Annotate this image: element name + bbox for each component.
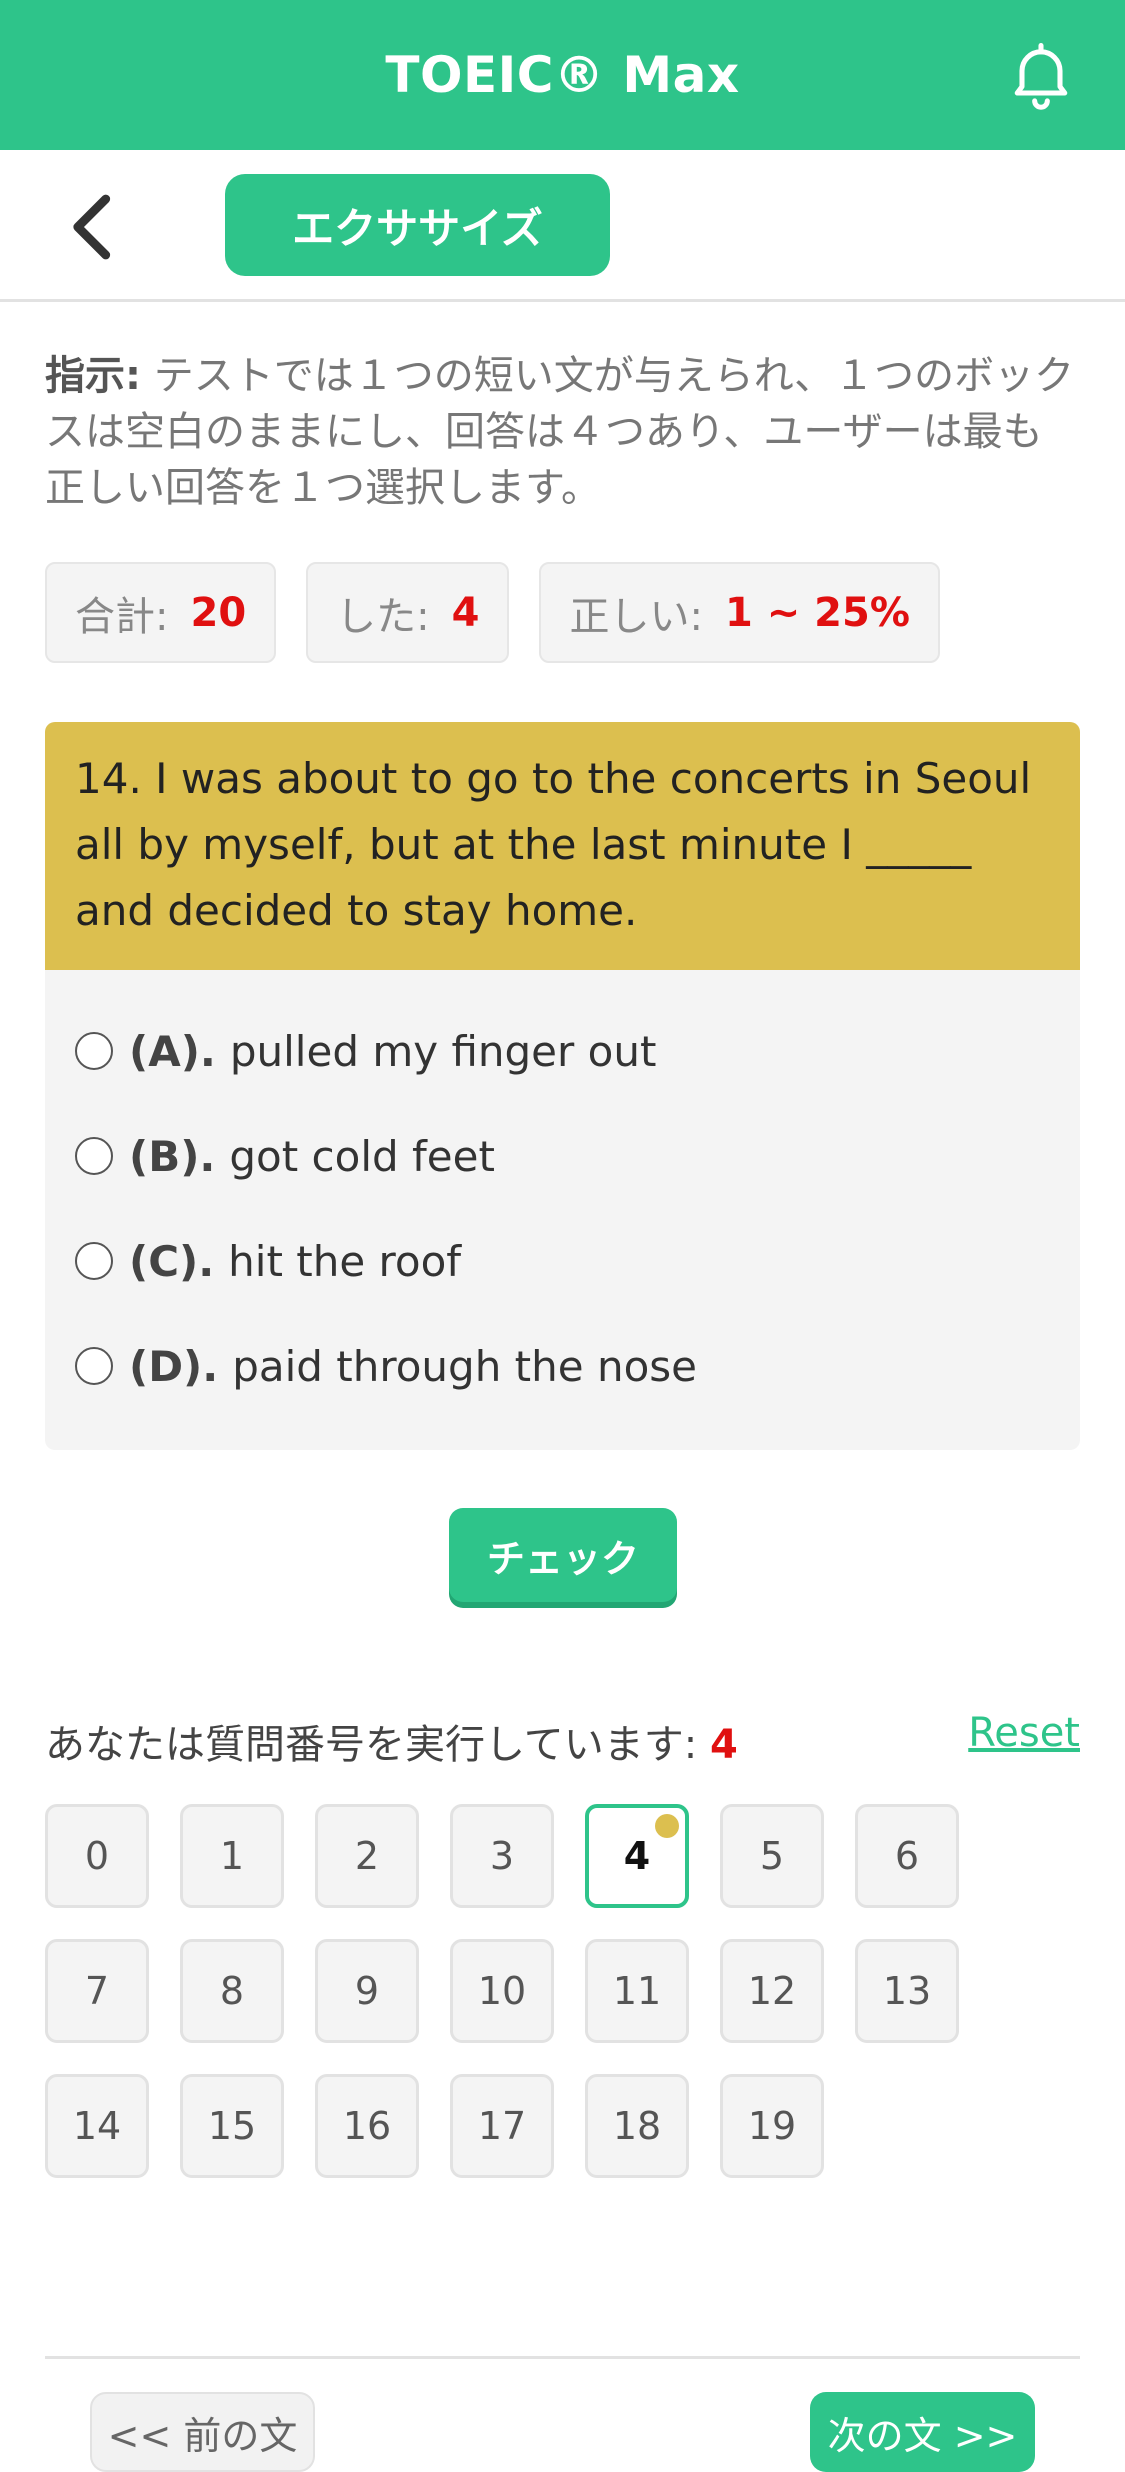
question-number-button[interactable]: 9 xyxy=(315,1939,419,2043)
app-title: TOEIC® Max xyxy=(385,46,740,104)
bell-icon[interactable] xyxy=(1003,36,1079,112)
stat-total: 合計: 20 xyxy=(45,562,277,663)
stat-correct-label: 正しい: xyxy=(569,593,703,640)
next-sentence-button[interactable]: 次の文 >> xyxy=(810,2392,1035,2472)
question-number-button[interactable]: 10 xyxy=(450,1939,554,2043)
radio-button[interactable] xyxy=(75,1032,113,1070)
question-number-button[interactable]: 12 xyxy=(720,1939,824,2043)
option-letter: (B). xyxy=(129,1131,216,1181)
stat-total-value: 20 xyxy=(190,589,247,636)
radio-button[interactable] xyxy=(75,1347,113,1385)
question-number-button[interactable]: 13 xyxy=(855,1939,959,2043)
question-number-button[interactable]: 18 xyxy=(585,2074,689,2178)
stat-done: した: 4 xyxy=(306,562,510,663)
option-d[interactable]: (D). paid through the nose xyxy=(75,1336,697,1396)
option-c[interactable]: (C). hit the roof xyxy=(75,1231,461,1291)
question-number-button[interactable]: 0 xyxy=(45,1804,149,1908)
question-number-label: 4 xyxy=(623,1834,651,1878)
tab-exercise[interactable]: エクササイズ xyxy=(225,174,610,276)
option-a[interactable]: (A). pulled my finger out xyxy=(75,1021,656,1081)
question-number-button[interactable]: 7 xyxy=(45,1939,149,2043)
prev-sentence-button[interactable]: << 前の文 xyxy=(90,2392,315,2472)
question-text: 14. I was about to go to the concerts in… xyxy=(45,722,1080,970)
option-letter: (A). xyxy=(129,1026,216,1076)
radio-button[interactable] xyxy=(75,1137,113,1175)
check-button[interactable]: チェック xyxy=(449,1508,677,1602)
option-text: got cold feet xyxy=(229,1131,495,1181)
current-marker-dot xyxy=(655,1814,679,1838)
question-number-button[interactable]: 19 xyxy=(720,2074,824,2178)
question-number-button[interactable]: 6 xyxy=(855,1804,959,1908)
question-number-button[interactable]: 16 xyxy=(315,2074,419,2178)
current-question-number: 4 xyxy=(710,1722,738,1768)
stats-bar: 合計: 20 した: 4 正しい: 1 ~ 25% xyxy=(45,562,940,663)
question-number-button[interactable]: 8 xyxy=(180,1939,284,2043)
progress-label: あなたは質問番号を実行しています: xyxy=(45,1722,698,1768)
reset-link[interactable]: Reset xyxy=(968,1710,1080,1756)
question-number-button[interactable]: 15 xyxy=(180,2074,284,2178)
stat-correct-value: 1 ~ 25% xyxy=(724,589,910,636)
instructions-text: テストでは１つの短い文が与えられ、１つのボックスは空白のままにし、回答は４つあり… xyxy=(45,353,1075,511)
stat-correct: 正しい: 1 ~ 25% xyxy=(539,562,940,663)
question-number-button[interactable]: 17 xyxy=(450,2074,554,2178)
chevron-left-icon[interactable] xyxy=(60,192,120,262)
question-number-button[interactable]: 11 xyxy=(585,1939,689,2043)
question-number-button[interactable]: 3 xyxy=(450,1804,554,1908)
question-number-button[interactable]: 2 xyxy=(315,1804,419,1908)
option-letter: (D). xyxy=(129,1341,219,1391)
question-number-button[interactable]: 1 xyxy=(180,1804,284,1908)
question-number-button[interactable]: 5 xyxy=(720,1804,824,1908)
instructions-label: 指示: xyxy=(45,353,141,399)
question-card: 14. I was about to go to the concerts in… xyxy=(45,722,1080,1450)
option-text: paid through the nose xyxy=(232,1341,697,1391)
app-header: TOEIC® Max xyxy=(0,0,1125,150)
question-number-button-current[interactable]: 4 xyxy=(585,1804,689,1908)
stat-done-label: した: xyxy=(336,593,430,640)
progress-indicator: あなたは質問番号を実行しています: 4 xyxy=(45,1712,738,1770)
option-text: hit the roof xyxy=(228,1236,462,1286)
radio-button[interactable] xyxy=(75,1242,113,1280)
option-b[interactable]: (B). got cold feet xyxy=(75,1126,495,1186)
divider xyxy=(45,2356,1080,2359)
sub-header: エクササイズ xyxy=(0,150,1125,302)
option-letter: (C). xyxy=(129,1236,215,1286)
stat-total-label: 合計: xyxy=(75,593,169,640)
option-text: pulled my finger out xyxy=(229,1026,657,1076)
question-number-button[interactable]: 14 xyxy=(45,2074,149,2178)
instructions: 指示: テストでは１つの短い文が与えられ、１つのボックスは空白のままにし、回答は… xyxy=(45,348,1075,516)
stat-done-value: 4 xyxy=(451,589,480,636)
